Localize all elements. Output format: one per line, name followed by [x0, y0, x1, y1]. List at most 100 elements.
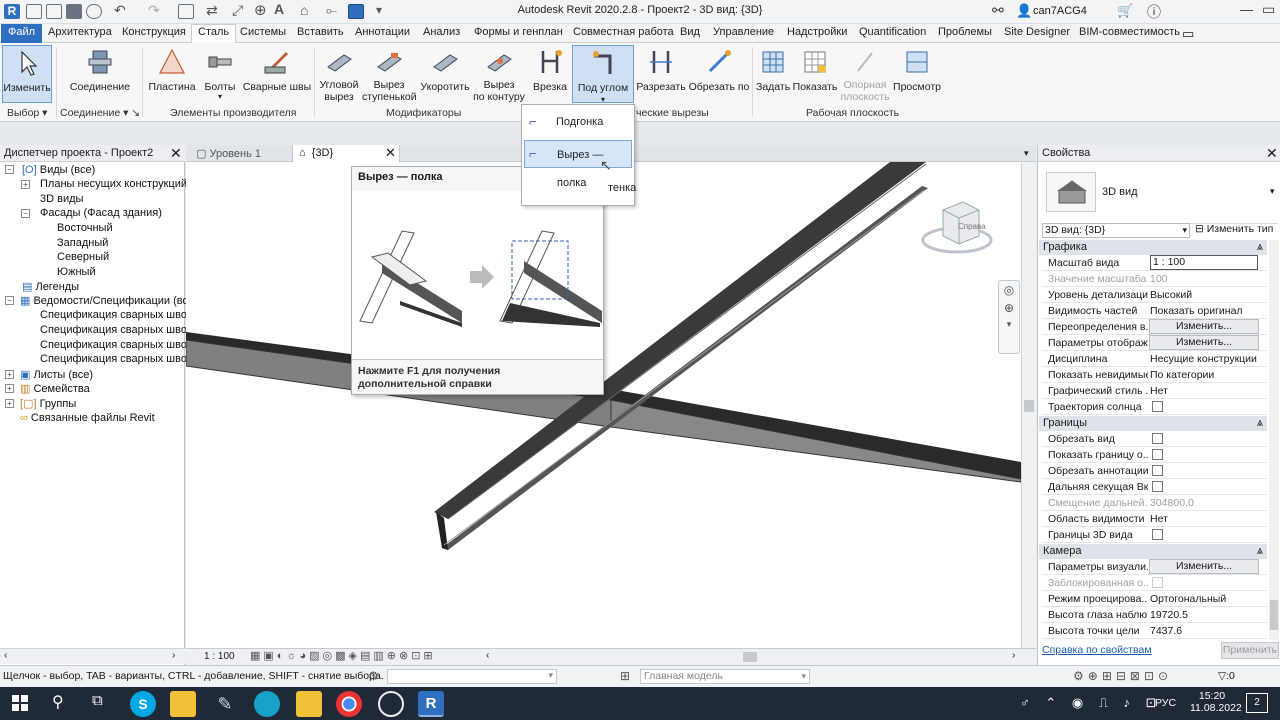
property-row[interactable]: Обрезать вид — [1042, 431, 1267, 447]
expand-icon[interactable]: + — [5, 399, 14, 408]
close-icon[interactable]: ✕ — [170, 145, 182, 162]
tab-collaborate[interactable]: Совместная работа — [573, 26, 674, 38]
revit-taskbar-icon[interactable]: R — [418, 691, 444, 717]
group-select[interactable]: Выбор ▾ — [7, 107, 47, 119]
tray-icons[interactable]: ♂ ⌃ ◉ ⎍ ♪ ⊡ — [1020, 695, 1163, 711]
search-icon[interactable]: ⚲ — [52, 692, 64, 712]
contour-cut-button[interactable]: Вырез по контуру — [472, 45, 526, 103]
property-row[interactable]: Показать невидимые По категории — [1042, 367, 1267, 383]
expand-icon[interactable]: + — [5, 384, 14, 393]
tree-item[interactable]: Спецификация сварных швов — [40, 324, 193, 336]
tree-item[interactable]: Северный — [57, 251, 109, 263]
collapse-icon[interactable]: − — [5, 296, 14, 305]
minimize-button[interactable]: — — [1240, 2, 1253, 17]
chrome-icon[interactable] — [336, 691, 362, 717]
property-row[interactable]: Значение масштаба 100 — [1042, 271, 1267, 287]
plate-button[interactable]: Пластина — [146, 45, 198, 103]
group-extents[interactable]: Границы ⩓ — [1039, 416, 1267, 431]
edit-button[interactable]: Изменить... — [1149, 335, 1259, 350]
app-icon[interactable]: ✎ — [212, 691, 238, 717]
expand-icon[interactable]: + — [21, 180, 30, 189]
property-checkbox[interactable] — [1152, 481, 1163, 492]
user-icon[interactable]: 👤 — [1016, 3, 1032, 19]
tree-item[interactable]: [▢] Группы — [20, 397, 76, 410]
apply-button[interactable]: Применить — [1221, 642, 1279, 659]
navigation-bar[interactable]: ◎ ⊕ ▾ — [998, 280, 1020, 354]
clock[interactable]: 15:20 11.08.2022 — [1190, 690, 1242, 714]
group-connection[interactable]: Соединение ▾ ↘ — [60, 107, 140, 119]
property-row[interactable]: Высота глаза наблю... 19720.5 — [1042, 607, 1267, 623]
bolts-button[interactable]: Болты ▾ — [200, 45, 240, 103]
chevron-down-icon[interactable]: ▾ — [1270, 186, 1275, 197]
maximize-button[interactable]: ▭ — [1262, 1, 1275, 18]
tree-item[interactable]: ▥ Семейства — [20, 382, 90, 395]
menu-item-cope-web[interactable]: тенка — [524, 174, 636, 202]
windows-start-icon[interactable] — [12, 695, 28, 714]
tab-file[interactable]: Файл — [1, 24, 43, 43]
edit-button[interactable]: Изменить... — [1149, 559, 1259, 574]
cart-icon[interactable]: 🛒 — [1117, 3, 1133, 19]
viewcube-face-label[interactable]: Справа — [958, 222, 986, 231]
property-row[interactable]: Дисциплина Несущие конструкции — [1042, 351, 1267, 367]
tree-item[interactable]: Спецификация сварных швов — [40, 353, 193, 365]
property-row[interactable]: Масштаб вида 1 : 100 — [1042, 255, 1267, 271]
property-checkbox[interactable] — [1152, 465, 1163, 476]
close-icon[interactable]: ✕ — [1266, 145, 1278, 162]
tree-item[interactable]: Спецификация сварных швов — [40, 339, 193, 351]
tab-level-1[interactable]: ▢ Уровень 1 — [190, 145, 292, 162]
property-row[interactable]: Переопределения в... Изменить... — [1042, 319, 1267, 335]
property-row[interactable]: Границы 3D вида — [1042, 527, 1267, 543]
filter-count[interactable]: ▽:0 — [1218, 670, 1235, 682]
ref-plane-button[interactable]: Опорная плоскость — [840, 45, 890, 103]
group-graphics[interactable]: Графика ⩓ — [1039, 240, 1267, 255]
tree-item[interactable]: Фасады (Фасад здания) — [40, 207, 162, 219]
property-checkbox[interactable] — [1152, 529, 1163, 540]
connection-button[interactable]: Соединение — [66, 45, 134, 103]
viewcube[interactable]: Справа — [921, 192, 996, 262]
folder-icon[interactable] — [296, 691, 322, 717]
tab-annotate[interactable]: Аннотации — [355, 26, 410, 38]
miter-button[interactable]: Под углом ▾ — [572, 45, 634, 104]
property-checkbox[interactable] — [1152, 401, 1163, 412]
property-row[interactable]: Режим проецирова... Ортогональный — [1042, 591, 1267, 607]
tab-view[interactable]: Вид — [680, 26, 700, 38]
property-row[interactable]: Видимость частей Показать оригинал — [1042, 303, 1267, 319]
view-scale[interactable]: 1 : 100 — [204, 651, 235, 662]
tab-architecture[interactable]: Архитектура — [48, 26, 112, 38]
tree-item[interactable]: ▤ Легенды — [22, 280, 79, 293]
modify-button[interactable]: Изменить — [2, 45, 52, 103]
ribbon-toggle-icon[interactable]: ▭ — [1182, 26, 1194, 42]
property-row[interactable]: Показать границу о... — [1042, 447, 1267, 463]
tree-item[interactable]: [O] Виды (все) — [22, 164, 95, 176]
type-selector-header[interactable]: 3D вид ▾ — [1042, 164, 1278, 224]
tree-item[interactable]: Спецификация сварных швов — [40, 309, 193, 321]
task-view-icon[interactable]: ⧉ — [92, 692, 103, 709]
cut-button[interactable]: Разрезать — [636, 45, 686, 103]
tree-item[interactable]: Южный — [57, 266, 96, 278]
property-row[interactable]: Параметры отображ... Изменить... — [1042, 335, 1267, 351]
workset-select[interactable]: ▾ — [387, 669, 557, 684]
properties-help-link[interactable]: Справка по свойствам — [1042, 644, 1152, 656]
collapse-icon[interactable]: − — [5, 165, 14, 174]
property-value[interactable]: 1 : 100 — [1150, 255, 1258, 270]
horizontal-scrollbar[interactable]: ‹ › — [0, 648, 185, 664]
worksets-icon[interactable]: ⚙ — [368, 669, 379, 683]
selection-filter-icons[interactable]: ⚙⊕⊞⊟⊠⊡⊙ — [1073, 669, 1172, 683]
tree-item[interactable]: ∞ Связанные файлы Revit — [20, 412, 155, 424]
tree-item[interactable]: ▣ Листы (все) — [20, 368, 93, 381]
tab-systems[interactable]: Системы — [240, 26, 286, 38]
show-workplane-button[interactable]: Показать — [792, 45, 838, 103]
design-option-select[interactable]: Главная модель ▾ — [640, 669, 810, 684]
notch-button[interactable]: Врезка — [530, 45, 570, 103]
tab-addins[interactable]: Надстройки — [787, 26, 847, 38]
notifications-icon[interactable]: 2 — [1246, 693, 1268, 713]
property-checkbox[interactable] — [1152, 449, 1163, 460]
menu-item-cope-flange[interactable]: Вырез — полка — [524, 140, 632, 189]
tab-site-designer[interactable]: Site Designer — [1004, 26, 1070, 38]
scroll-left-icon[interactable]: ‹ — [486, 650, 489, 661]
edit-type-button[interactable]: ⊟ Изменить тип — [1195, 223, 1273, 235]
cope-button[interactable]: Вырез ступенькой — [362, 45, 417, 103]
property-row[interactable]: Параметры визуали... Изменить... — [1042, 559, 1267, 575]
tree-item[interactable]: ▦ Ведомости/Спецификации (все — [20, 294, 194, 307]
property-checkbox[interactable] — [1152, 577, 1163, 588]
